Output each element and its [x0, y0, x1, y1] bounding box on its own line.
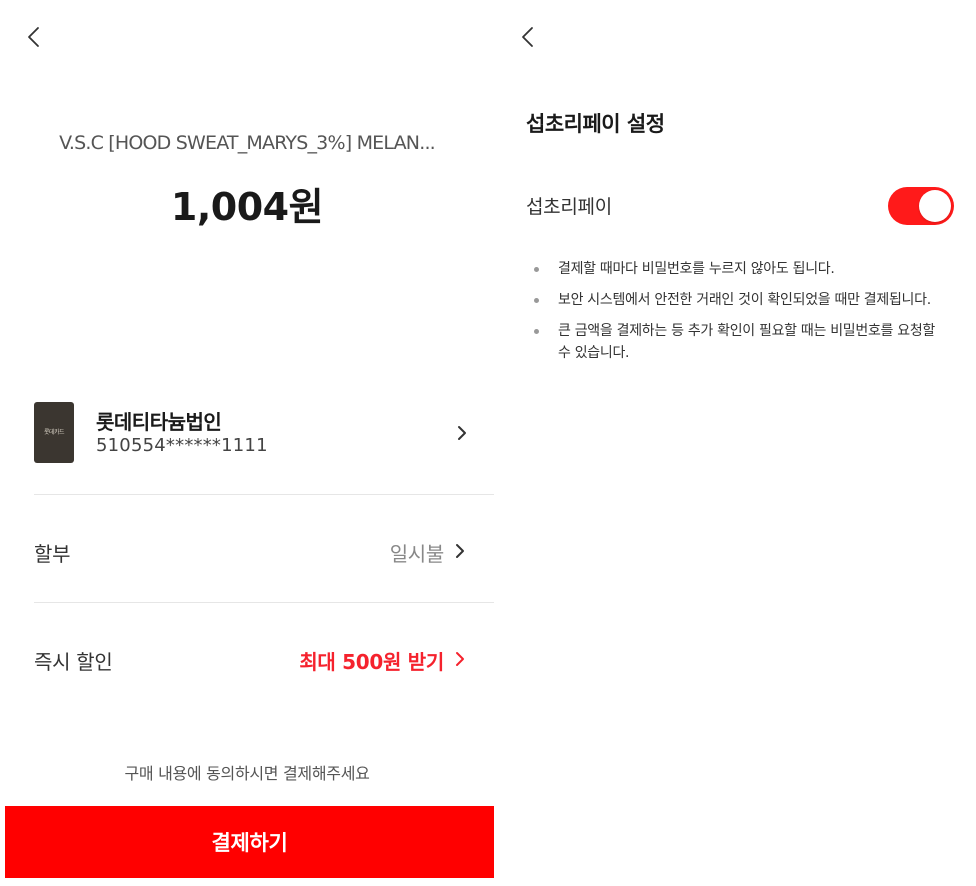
bullet-icon [534, 298, 539, 303]
card-name: 롯데티타늄법인 [96, 410, 222, 434]
instant-discount-value: 최대 500원 받기 [299, 650, 444, 674]
pay-button[interactable]: 결제하기 [5, 806, 494, 878]
instant-discount-label: 즉시 할인 [34, 650, 113, 674]
product-name: V.S.C [HOOD SWEAT_MARYS_3%] MELAN... [59, 132, 436, 154]
note-text: 보안 시스템에서 안전한 거래인 것이 확인되었을 때만 결제됩니다. [558, 292, 931, 308]
payment-screen: V.S.C [HOOD SWEAT_MARYS_3%] MELAN... 1,0… [0, 0, 494, 886]
bullet-icon [534, 329, 539, 334]
pay-toggle-switch[interactable] [888, 187, 954, 225]
pay-settings-screen: 섭초리페이 설정 섭초리페이 결제할 때마다 비밀번호를 누르지 않아도 됩니다… [494, 0, 976, 886]
pay-toggle-row: 섭초리페이 [526, 186, 956, 226]
notes-list: 결제할 때마다 비밀번호를 누르지 않아도 됩니다. 보안 시스템에서 안전한 … [526, 258, 946, 373]
divider [34, 494, 494, 495]
back-button[interactable] [20, 20, 50, 54]
price: 1,004원 [170, 185, 324, 229]
consent-text: 구매 내용에 동의하시면 결제해주세요 [124, 764, 370, 783]
chevron-left-icon [28, 27, 39, 47]
toggle-label: 섭초리페이 [526, 196, 612, 218]
installment-label: 할부 [34, 542, 71, 566]
list-item: 보안 시스템에서 안전한 거래인 것이 확인되었을 때만 결제됩니다. [526, 289, 946, 311]
chevron-right-icon [456, 544, 464, 558]
chevron-left-icon [522, 27, 533, 47]
note-text: 결제할 때마다 비밀번호를 누르지 않아도 됩니다. [558, 261, 835, 277]
card-thumbnail: 롯데카드 [34, 402, 74, 463]
divider [34, 602, 494, 603]
list-item: 결제할 때마다 비밀번호를 누르지 않아도 됩니다. [526, 258, 946, 280]
card-number: 510554******1111 [96, 435, 268, 456]
page-title: 섭초리페이 설정 [526, 112, 665, 136]
instant-discount-row[interactable]: 즉시 할인 최대 500원 받기 [34, 638, 468, 678]
installment-row[interactable]: 할부 일시불 [34, 530, 468, 570]
chevron-right-icon [458, 426, 466, 440]
chevron-right-icon [456, 652, 464, 666]
list-item: 큰 금액을 결제하는 등 추가 확인이 필요할 때는 비밀번호를 요청할 수 있… [526, 320, 946, 364]
installment-value: 일시불 [389, 542, 445, 566]
note-text: 큰 금액을 결제하는 등 추가 확인이 필요할 때는 비밀번호를 요청할 수 있… [558, 323, 936, 361]
bullet-icon [534, 267, 539, 272]
toggle-knob [919, 190, 951, 222]
back-button[interactable] [514, 20, 544, 54]
payment-card-selector[interactable]: 롯데카드 롯데티타늄법인 510554******1111 [34, 400, 474, 464]
